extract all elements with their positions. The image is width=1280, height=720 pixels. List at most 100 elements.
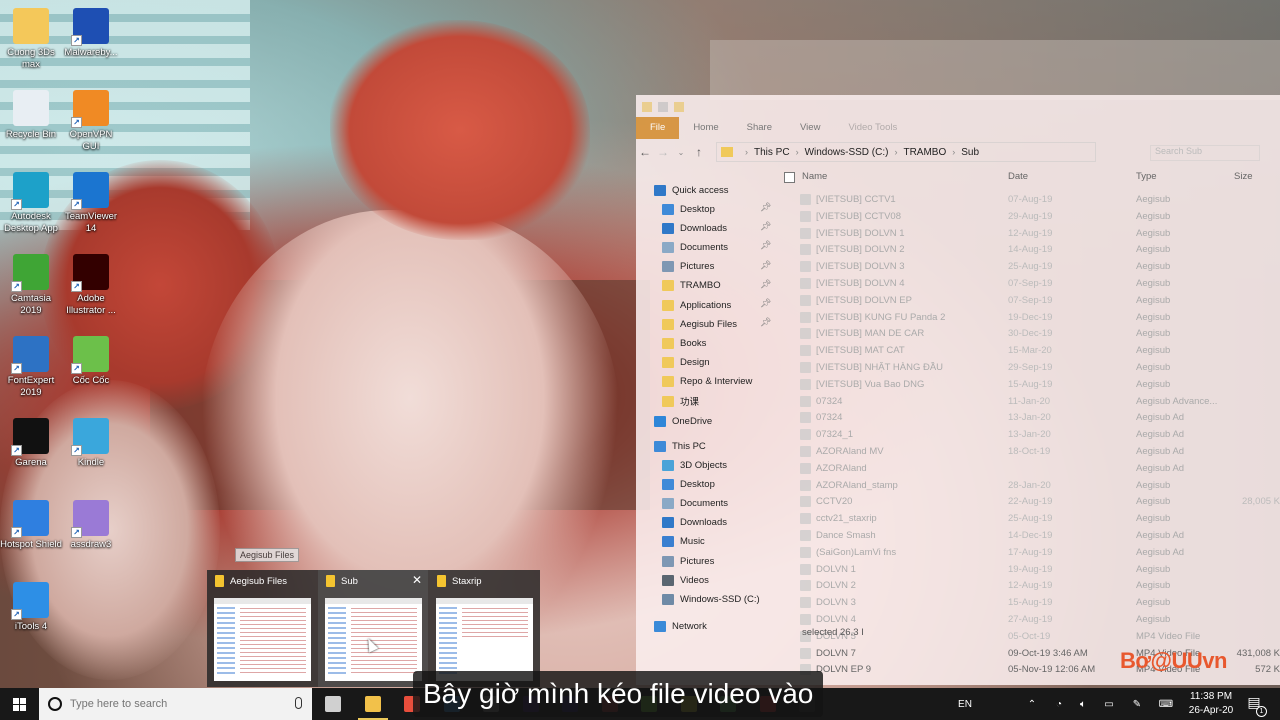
volume-icon[interactable]: 🔈︎ [1072, 688, 1094, 720]
file-row[interactable]: DOLVN 1 19-Aug-19 Aegisub [800, 561, 1280, 578]
file-row[interactable]: [VIETSUB] CCTV1 07-Aug-19 Aegisub [800, 191, 1280, 208]
file-row[interactable]: 07324 11-Jan-20 Aegisub Advance... [800, 393, 1280, 410]
nav-item-quick-9[interactable]: Repo & Interview [662, 373, 752, 391]
desktop-icon-openvpn[interactable]: ↗ OpenVPN GUI [60, 90, 122, 153]
nav-item-pc-3[interactable]: Downloads [662, 514, 727, 532]
nav-item-pc-0[interactable]: 3D Objects [662, 456, 727, 474]
new-folder-icon[interactable] [674, 102, 684, 112]
language-indicator[interactable]: EN [952, 688, 978, 720]
back-arrow-icon[interactable]: ← [636, 145, 654, 159]
file-row[interactable]: DOLVN 2 12-Aug-19 Aegisub [800, 577, 1280, 594]
desktop-icon-coccoc[interactable]: ↗ Cốc Cốc [60, 336, 122, 387]
pen-workspace-icon[interactable]: ✎ [1126, 688, 1148, 720]
forward-arrow-icon[interactable]: → [654, 145, 672, 159]
file-row[interactable]: [VIETSUB] CCTV08 29-Aug-19 Aegisub [800, 208, 1280, 225]
taskbar-search[interactable] [39, 688, 312, 720]
system-clock[interactable]: 11:38 PM 26-Apr-20 [1182, 690, 1240, 718]
nav-item-quick-7[interactable]: Books [662, 334, 706, 352]
file-row[interactable]: [VIETSUB] DOLVN EP 07-Sep-19 Aegisub [800, 292, 1280, 309]
desktop-icon-illustrator[interactable]: ↗ Adobe Illustrator ... [60, 254, 122, 317]
nav-item-quick-10[interactable]: 功课 [662, 392, 699, 410]
desktop-icon-malwarebytes[interactable]: ↗ Malwareby... [60, 8, 122, 59]
nav-item-quick-1[interactable]: Downloads [662, 219, 727, 237]
nav-onedrive[interactable]: OneDrive [654, 412, 712, 430]
file-row[interactable]: [VIETSUB] NHẬT HÀNG ĐẦU 29-Sep-19 Aegisub [800, 359, 1280, 376]
file-row[interactable]: CCTV20 22-Aug-19 Aegisub 28,005 K [800, 493, 1280, 510]
file-row[interactable]: Dance Smash 14-Dec-19 Aegisub Ad [800, 527, 1280, 544]
file-row[interactable]: AZORAland MV 18-Oct-19 Aegisub Ad [800, 443, 1280, 460]
touch-keyboard-icon[interactable]: ⌨ [1154, 688, 1178, 720]
properties-icon[interactable] [658, 102, 668, 112]
desktop-icon-itools[interactable]: ↗ iTools 4 [0, 582, 62, 633]
desktop-icon-autodesk[interactable]: ↗ Autodesk Desktop App [0, 172, 62, 235]
address-bar[interactable]: › This PC › Windows-SSD (C:) › TRAMBO › … [716, 142, 1096, 162]
file-row[interactable]: [VIETSUB] DOLVN 3 25-Aug-19 Aegisub [800, 258, 1280, 275]
file-row[interactable]: DOLVN 4 27-Aug-19 Aegisub [800, 611, 1280, 628]
taskbar-file-explorer-button[interactable] [354, 688, 392, 720]
preview-staxrip[interactable]: Staxrip [429, 570, 539, 687]
file-row[interactable]: DOLVN 5 05-Oct-19 MP4 Video File [800, 628, 1280, 645]
desktop-icon-folder[interactable]: Cuong 3Ds max [0, 8, 62, 71]
file-row[interactable]: [VIETSUB] DOLVN 1 12-Aug-19 Aegisub [800, 225, 1280, 242]
column-header-date[interactable]: Date [1008, 171, 1028, 189]
nav-quick-access[interactable]: Quick access [654, 181, 729, 199]
file-row[interactable]: [VIETSUB] MAN DE CAR 30-Dec-19 Aegisub [800, 325, 1280, 342]
up-arrow-icon[interactable]: ↑ [690, 145, 708, 159]
column-header-name[interactable]: Name [802, 171, 827, 189]
preview-aegisub-files[interactable]: Aegisub Files [207, 570, 317, 687]
preview-sub[interactable]: Sub ✕ [318, 570, 428, 687]
tab-share[interactable]: Share [733, 117, 786, 139]
taskbar-task-view-button[interactable] [314, 688, 352, 720]
nav-item-pc-7[interactable]: Windows-SSD (C:) [662, 590, 760, 608]
close-icon[interactable]: ✕ [412, 573, 422, 587]
show-hidden-icons-chevron-icon[interactable]: ⌃ [1022, 688, 1042, 720]
tab-view[interactable]: View [786, 117, 834, 139]
file-row[interactable]: AZORAland_stamp 28-Jan-20 Aegisub [800, 477, 1280, 494]
desktop-icon-camtasia[interactable]: ↗ Camtasia 2019 [0, 254, 62, 317]
file-row[interactable]: [VIETSUB] DOLVN 2 14-Aug-19 Aegisub [800, 241, 1280, 258]
nav-item-pc-5[interactable]: Pictures [662, 552, 714, 570]
desktop-icon-assdraw[interactable]: ↗ assdraw3 [60, 500, 122, 551]
recent-chevron-icon[interactable]: ⌄ [672, 148, 690, 157]
desktop-icon-recycle-bin[interactable]: Recycle Bin [0, 90, 62, 141]
file-row[interactable]: AZORAland Aegisub Ad [800, 460, 1280, 477]
action-center-button[interactable]: ▤ 1 [1244, 694, 1267, 717]
breadcrumb-sub[interactable]: Sub [961, 147, 979, 158]
desktop-icon-hotspot-shield[interactable]: ↗ Hotspot Shield [0, 500, 62, 551]
tab-file[interactable]: File [636, 117, 680, 139]
nav-item-quick-8[interactable]: Design [662, 354, 710, 372]
battery-icon[interactable]: ▭ [1098, 688, 1120, 720]
column-header-type[interactable]: Type [1136, 171, 1157, 189]
file-row[interactable]: [VIETSUB] KUNG FU Panda 2 19-Dec-19 Aegisu… [800, 309, 1280, 326]
breadcrumb-this-pc[interactable]: This PC [754, 147, 790, 158]
microphone-icon[interactable] [295, 697, 302, 709]
nav-this-pc[interactable]: This PC [654, 437, 706, 455]
file-row[interactable]: 07324_1 13-Jan-20 Aegisub Ad [800, 426, 1280, 443]
column-header-size[interactable]: Size [1234, 171, 1252, 189]
nav-item-quick-0[interactable]: Desktop [662, 200, 715, 218]
search-input[interactable]: Search Sub [1150, 145, 1260, 161]
wifi-icon[interactable]: ◔ [1048, 688, 1070, 720]
file-row[interactable]: DOLVN 3 15-Aug-19 Aegisub [800, 594, 1280, 611]
nav-item-quick-6[interactable]: Aegisub Files [662, 315, 737, 333]
nav-item-quick-5[interactable]: Applications [662, 296, 731, 314]
nav-network[interactable]: Network [654, 617, 707, 635]
breadcrumb-windows-ssd[interactable]: Windows-SSD (C:) [805, 147, 889, 158]
file-row[interactable]: [VIETSUB] DOLVN 4 07-Sep-19 Aegisub [800, 275, 1280, 292]
desktop-icon-fontexpert[interactable]: ↗ FontExpert 2019 [0, 336, 62, 399]
file-row[interactable]: [VIETSUB] Vua Bao DNG 15-Aug-19 Aegisub [800, 376, 1280, 393]
nav-item-quick-2[interactable]: Documents [662, 238, 728, 256]
file-explorer-window[interactable]: File Home Share View Video Tools ← → ⌄ ↑… [636, 95, 1280, 685]
desktop-icon-kindle[interactable]: ↗ Kindle [60, 418, 122, 469]
tab-video-tools[interactable]: Video Tools [834, 117, 911, 139]
quick-access-toolbar[interactable] [642, 99, 684, 115]
preview-thumbnail[interactable] [436, 598, 533, 681]
nav-item-pc-6[interactable]: Videos [662, 571, 709, 589]
start-button[interactable] [0, 688, 38, 720]
file-row[interactable]: (SaiGon)LamVi fns 17-Aug-19 Aegisub Ad [800, 544, 1280, 561]
file-row[interactable]: [VIETSUB] MAT CAT 15-Mar-20 Aegisub [800, 342, 1280, 359]
nav-item-quick-3[interactable]: Pictures [662, 258, 714, 276]
nav-item-pc-1[interactable]: Desktop [662, 475, 715, 493]
select-all-checkbox[interactable] [784, 172, 795, 183]
desktop-icon-garena[interactable]: ↗ Garena [0, 418, 62, 469]
